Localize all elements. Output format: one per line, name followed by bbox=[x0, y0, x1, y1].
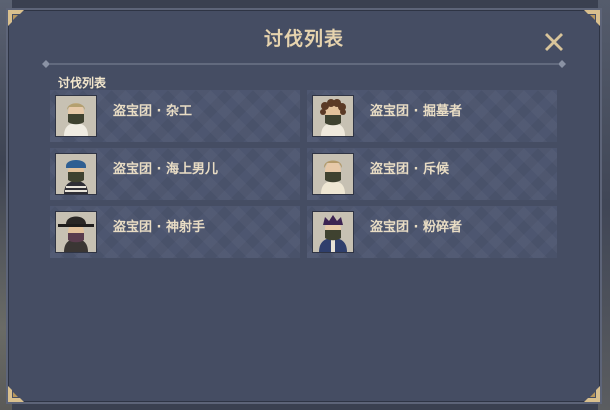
bounty-name: 盗宝团 · 神射手 bbox=[113, 220, 205, 235]
bounty-card-seaman[interactable]: 盗宝团 · 海上男儿 bbox=[50, 148, 300, 200]
scout-portrait-icon bbox=[312, 153, 354, 195]
bounty-card-scout[interactable]: 盗宝团 · 斥候 bbox=[307, 148, 557, 200]
curly-hair-gravedigger-portrait-icon bbox=[312, 95, 354, 137]
corner-ornament-icon bbox=[584, 10, 600, 26]
bounty-grid: 盗宝团 · 杂工 盗宝团 · 掘墓者 盗宝团 · 海上男儿 盗宝团 · 斥候 盗… bbox=[50, 90, 557, 258]
bounty-name: 盗宝团 · 掘墓者 bbox=[370, 104, 462, 119]
crusher-portrait-icon bbox=[312, 211, 354, 253]
bounty-card-crusher[interactable]: 盗宝团 · 粉碎者 bbox=[307, 206, 557, 258]
bounty-name: 盗宝团 · 粉碎者 bbox=[370, 220, 462, 235]
close-button[interactable] bbox=[542, 30, 566, 54]
dialog-title: 讨伐列表 bbox=[263, 28, 344, 50]
bounty-name: 盗宝团 · 杂工 bbox=[113, 104, 192, 119]
hat-marksman-portrait-icon bbox=[55, 211, 97, 253]
bounty-card-gravedigger[interactable]: 盗宝团 · 掘墓者 bbox=[307, 90, 557, 142]
corner-ornament-icon bbox=[8, 386, 24, 402]
section-label: 讨伐列表 bbox=[58, 76, 107, 90]
bounty-name: 盗宝团 · 海上男儿 bbox=[113, 162, 218, 177]
bounty-name: 盗宝团 · 斥候 bbox=[370, 162, 449, 177]
bandana-seaman-portrait-icon bbox=[55, 153, 97, 195]
title-divider bbox=[42, 60, 566, 68]
bounty-card-handyman[interactable]: 盗宝团 · 杂工 bbox=[50, 90, 300, 142]
corner-ornament-icon bbox=[584, 386, 600, 402]
hooded-handyman-portrait-icon bbox=[55, 95, 97, 137]
corner-ornament-icon bbox=[8, 10, 24, 26]
close-x-icon bbox=[545, 33, 563, 51]
bounty-card-marksman[interactable]: 盗宝团 · 神射手 bbox=[50, 206, 300, 258]
